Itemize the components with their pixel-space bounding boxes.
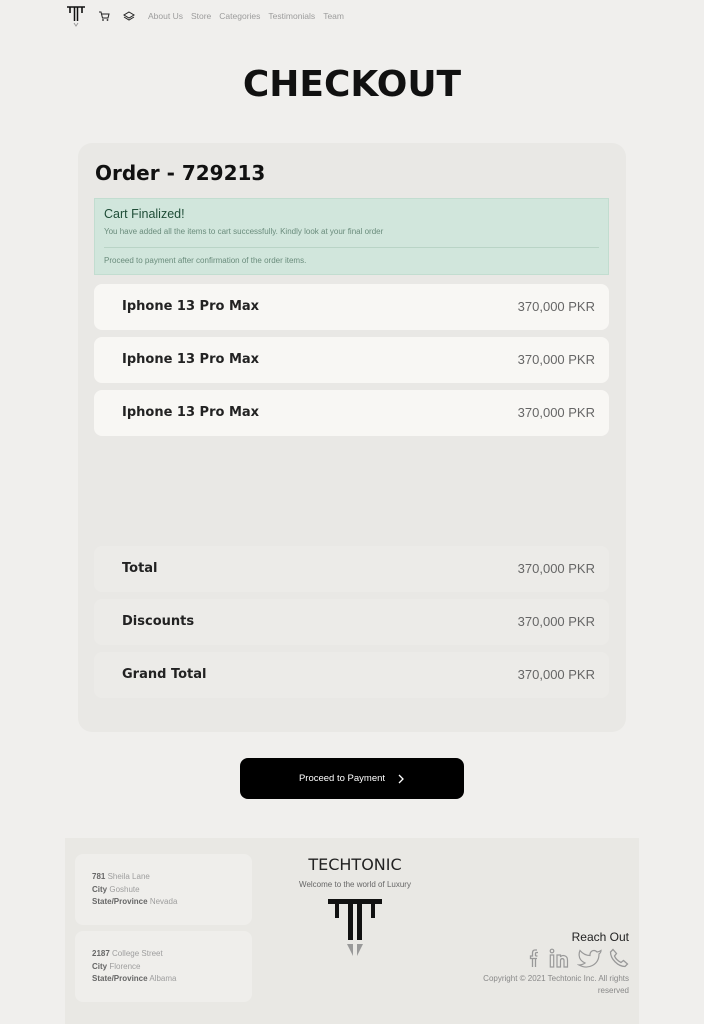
copyright: Copyright © 2021 Techtonic Inc. All righ…: [459, 973, 629, 997]
state: Albama: [149, 974, 177, 983]
city-label: City: [92, 961, 108, 971]
city: Goshute: [109, 884, 140, 894]
copyright-line-1: Copyright © 2021 Techtonic Inc. All righ…: [483, 974, 629, 983]
street: Sheila Lane: [107, 872, 150, 881]
nav-link-categories[interactable]: Categories: [219, 11, 260, 21]
nav-link-testimonials[interactable]: Testimonials: [268, 11, 315, 21]
layers-icon[interactable]: [123, 10, 135, 22]
cart-finalized-alert: Cart Finalized! You have added all the i…: [94, 198, 609, 275]
footer-tagline: Welcome to the world of Luxury: [299, 880, 411, 889]
state-label: State/Province: [92, 974, 148, 983]
item-name: Iphone 13 Pro Max: [122, 299, 260, 314]
street-number: 2187: [92, 949, 110, 958]
alert-message: You have added all the items to cart suc…: [104, 227, 384, 236]
proceed-to-payment-button[interactable]: Proceed to Payment: [240, 758, 464, 799]
reach-out-heading: Reach Out: [571, 930, 629, 944]
total-row: Total 370,000 PKR: [94, 546, 609, 592]
discounts-value: 370,000 PKR: [517, 614, 595, 629]
order-item-row: Iphone 13 Pro Max 370,000 PKR: [94, 284, 609, 330]
nav-link-store[interactable]: Store: [191, 11, 211, 21]
city: Florence: [109, 961, 141, 971]
state-label: State/Province: [92, 897, 148, 906]
item-price: 370,000 PKR: [517, 299, 595, 314]
item-price: 370,000 PKR: [517, 352, 595, 367]
street: College Street: [112, 949, 163, 958]
footer-logo-icon: [328, 899, 382, 956]
address-card: 2187 College Street City Florence State/…: [75, 931, 252, 1002]
item-name: Iphone 13 Pro Max: [122, 352, 260, 367]
page-title: CHECKOUT: [242, 64, 462, 105]
phone-icon[interactable]: [609, 948, 629, 968]
item-price: 370,000 PKR: [517, 405, 595, 420]
grand-total-value: 370,000 PKR: [517, 667, 595, 682]
social-links: [521, 948, 629, 968]
grand-total-row: Grand Total 370,000 PKR: [94, 652, 609, 698]
nav-link-team[interactable]: Team: [323, 11, 344, 21]
order-item-row: Iphone 13 Pro Max 370,000 PKR: [94, 390, 609, 436]
footer: 781 Sheila Lane City Goshute State/Provi…: [65, 838, 639, 1024]
linkedin-icon[interactable]: [549, 948, 571, 968]
total-value: 370,000 PKR: [517, 561, 595, 576]
nav-link-about[interactable]: About Us: [148, 11, 183, 21]
alert-divider: [104, 247, 599, 248]
alert-heading: Cart Finalized!: [104, 207, 185, 221]
item-name: Iphone 13 Pro Max: [122, 405, 260, 420]
discounts-row: Discounts 370,000 PKR: [94, 599, 609, 645]
copyright-line-2: reserved: [597, 986, 629, 995]
twitter-icon[interactable]: [577, 948, 603, 968]
proceed-to-payment-label: Proceed to Payment: [298, 773, 386, 784]
address-card: 781 Sheila Lane City Goshute State/Provi…: [75, 854, 252, 925]
city-label: City: [92, 884, 108, 894]
footer-brand: TECHTONIC: [308, 855, 402, 874]
alert-note: Proceed to payment after confirmation of…: [104, 256, 307, 265]
state: Nevada: [149, 897, 178, 906]
discounts-label: Discounts: [122, 614, 195, 629]
order-item-row: Iphone 13 Pro Max 370,000 PKR: [94, 337, 609, 383]
cart-icon[interactable]: [98, 10, 110, 22]
order-title: Order - 729213: [95, 161, 266, 185]
order-card: Order - 729213 Cart Finalized! You have …: [78, 143, 626, 732]
total-label: Total: [122, 561, 158, 576]
street-number: 781: [92, 872, 106, 881]
chevron-right-icon: [398, 774, 404, 783]
top-nav: About Us Store Categories Testimonials T…: [66, 5, 352, 27]
grand-total-label: Grand Total: [122, 667, 207, 682]
facebook-icon[interactable]: [527, 948, 543, 968]
logo-icon[interactable]: [66, 5, 86, 27]
